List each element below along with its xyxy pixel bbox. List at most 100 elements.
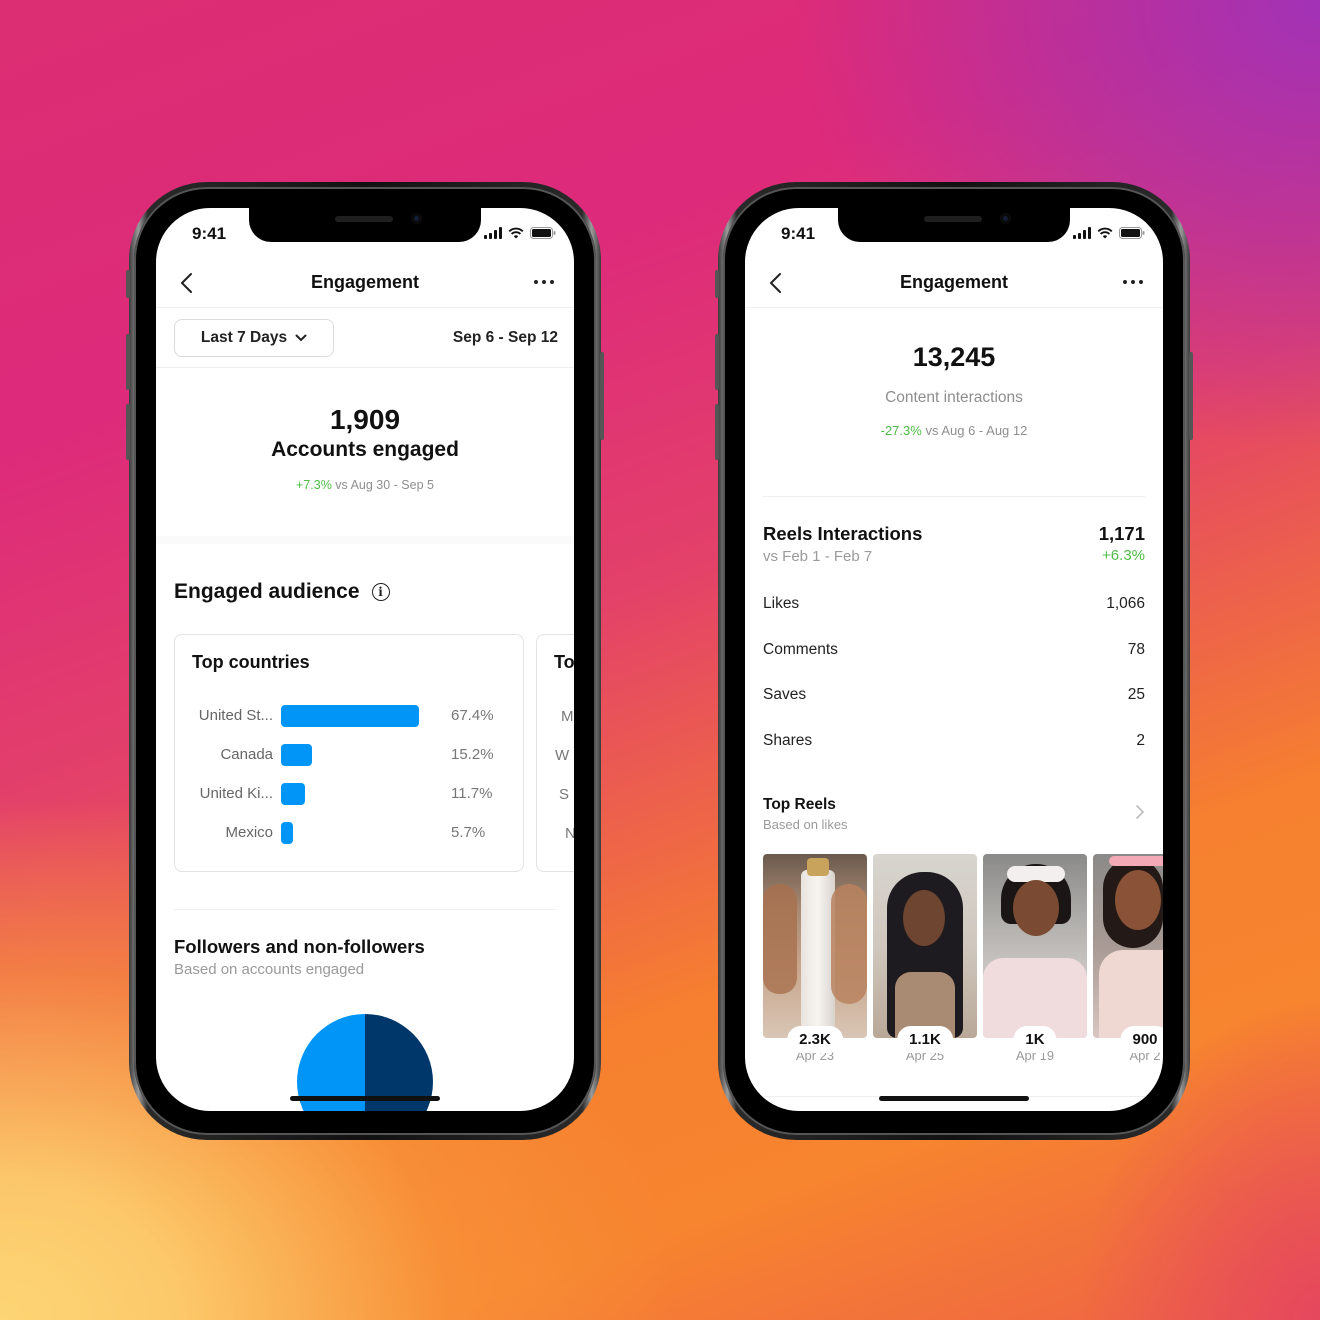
power-button	[1189, 352, 1193, 440]
metric-value: 78	[1127, 640, 1145, 658]
engaged-audience-title: Engaged audience	[174, 580, 360, 603]
followers-section: Followers and non-followers Based on acc…	[156, 910, 574, 978]
top-cities-card-peek[interactable]: To M W S N	[536, 634, 574, 872]
more-horizontal-icon	[1123, 280, 1127, 284]
signal-icon	[484, 227, 502, 239]
delta-comparison: vs Aug 30 - Sep 5	[335, 478, 434, 492]
nav-bar: Engagement	[745, 258, 1163, 308]
home-indicator[interactable]	[290, 1096, 440, 1101]
content-interactions-value: 13,245	[912, 342, 996, 372]
engaged-audience-heading: Engaged audience i	[156, 544, 574, 604]
volume-up-button	[715, 334, 719, 390]
period-dropdown[interactable]: Last 7 Days	[174, 319, 334, 357]
status-time: 9:41	[781, 224, 816, 243]
reels-interactions-value: 1,171	[1098, 523, 1145, 544]
volume-down-button	[715, 404, 719, 460]
top-reels-subtitle: Based on likes	[763, 817, 848, 833]
country-bar	[281, 822, 293, 844]
country-percent: 5.7%	[451, 824, 486, 841]
speaker-grille	[924, 216, 982, 222]
accounts-engaged-value: 1,909	[329, 404, 401, 435]
country-percent: 67.4%	[451, 707, 494, 724]
country-label: Mexico	[225, 824, 273, 841]
peek-card-title: To	[554, 652, 574, 672]
country-bar	[281, 783, 305, 805]
metric-label: Likes	[763, 594, 800, 612]
summary-section: 13,245 Content interactions -27.3% vs Au…	[745, 308, 1163, 496]
followers-subtitle: Based on accounts engaged	[174, 961, 365, 978]
country-label: Canada	[220, 746, 273, 763]
reel-image	[873, 854, 977, 1038]
reel-thumbnail[interactable]: 1K Apr 19	[983, 854, 1087, 1063]
more-horizontal-icon	[534, 280, 538, 284]
reels-interactions-header: Reels Interactions vs Feb 1 - Feb 7 1,17…	[745, 497, 1163, 579]
phone-right: 9:41 Engagement 13,245 Content interacti…	[715, 182, 1193, 1140]
country-row: Canada 15.2%	[175, 744, 523, 768]
page-title: Engagement	[899, 272, 1009, 292]
phone-left: 9:41 Engagement Last 7 Days Sep 6 - Sep …	[126, 182, 604, 1140]
info-icon[interactable]: i	[371, 583, 390, 601]
signal-icon	[1073, 227, 1091, 239]
more-options-button[interactable]	[1123, 280, 1143, 284]
peek-row-label: M	[561, 708, 574, 725]
country-label: United Ki...	[199, 785, 273, 802]
summary-delta: +7.3% vs Aug 30 - Sep 5	[156, 478, 574, 492]
peek-row-label: N	[565, 825, 574, 842]
top-reels-link[interactable]: Top Reels Based on likes	[745, 768, 1163, 832]
reels-interactions-comparison: vs Feb 1 - Feb 7	[763, 548, 873, 565]
metric-value: 1,066	[1106, 594, 1145, 612]
more-options-button[interactable]	[534, 280, 554, 284]
country-percent: 15.2%	[451, 746, 494, 763]
metric-row-likes: Likes 1,066	[745, 581, 1163, 627]
metrics-list: Likes 1,066 Comments 78 Saves 25 Shares …	[745, 581, 1163, 764]
period-dropdown-label: Last 7 Days	[200, 329, 288, 346]
nav-bar: Engagement	[156, 258, 574, 308]
top-countries-card: Top countries United St... 67.4% Canada 15.…	[174, 634, 524, 872]
delta-comparison: vs Aug 6 - Aug 12	[925, 423, 1028, 438]
metric-label: Comments	[763, 640, 838, 658]
chevron-down-icon	[295, 334, 307, 342]
status-time: 9:41	[192, 224, 227, 243]
summary-section: 1,909 Accounts engaged +7.3% vs Aug 30 -…	[156, 368, 574, 544]
country-label: United St...	[198, 707, 273, 724]
top-countries-title: Top countries	[192, 652, 310, 672]
home-indicator[interactable]	[879, 1096, 1029, 1101]
country-row: United St... 67.4%	[175, 705, 523, 729]
country-row: Mexico 5.7%	[175, 822, 523, 846]
reel-thumbnail[interactable]: 1.1K Apr 25	[873, 854, 977, 1063]
notch	[838, 208, 1070, 242]
reel-like-count: 900	[1120, 1026, 1163, 1053]
wifi-icon	[1097, 227, 1113, 239]
screen-accounts-engaged: 9:41 Engagement Last 7 Days Sep 6 - Sep …	[156, 208, 574, 1111]
reels-interactions-delta: +6.3%	[1102, 547, 1145, 564]
notch	[249, 208, 481, 242]
volume-up-button	[126, 334, 130, 390]
reels-interactions-title: Reels Interactions	[763, 523, 923, 544]
metric-value: 2	[1136, 732, 1145, 750]
metric-row-saves: Saves 25	[745, 673, 1163, 719]
content-interactions-label: Content interactions	[885, 389, 1023, 406]
top-reels-title: Top Reels	[763, 796, 836, 814]
country-bar	[281, 744, 313, 766]
country-percent: 11.7%	[451, 785, 493, 802]
peek-row-label: S	[559, 786, 570, 803]
reel-thumbnail[interactable]: 900 Apr 2	[1093, 854, 1163, 1063]
top-reels-carousel[interactable]: 2.3K Apr 23 1.1K Apr 25 1K Apr 19 900 Ap…	[763, 854, 1163, 1063]
mute-switch	[715, 270, 719, 298]
volume-down-button	[126, 404, 130, 460]
reel-image	[983, 854, 1087, 1038]
reel-like-count: 1.1K	[897, 1026, 953, 1053]
filter-bar: Last 7 Days Sep 6 - Sep 12	[156, 308, 574, 368]
reel-like-count: 2.3K	[787, 1026, 843, 1053]
reel-thumbnail[interactable]: 2.3K Apr 23	[763, 854, 867, 1063]
country-row: United Ki... 11.7%	[175, 783, 523, 807]
audience-cards-carousel[interactable]: Top countries United St... 67.4% Canada 15.…	[156, 634, 574, 874]
metric-row-comments: Comments 78	[745, 627, 1163, 673]
mute-switch	[126, 270, 130, 298]
front-camera	[411, 213, 422, 224]
wifi-icon	[508, 227, 524, 239]
metric-label: Saves	[763, 686, 807, 704]
battery-icon	[1119, 227, 1145, 239]
power-button	[600, 352, 604, 440]
reel-image	[763, 854, 867, 1038]
